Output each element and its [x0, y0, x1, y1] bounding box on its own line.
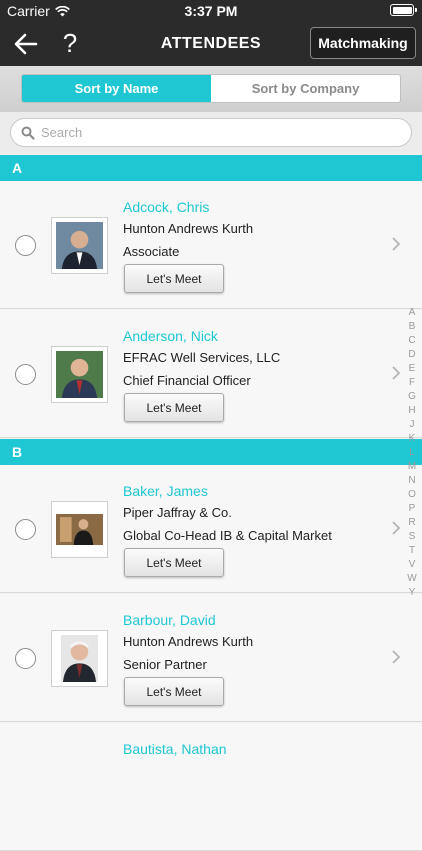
chevron-right-icon [392, 521, 401, 535]
index-letter[interactable]: F [409, 376, 415, 390]
index-letter[interactable]: G [408, 390, 416, 404]
index-letter[interactable]: T [409, 544, 415, 558]
index-letter[interactable]: L [409, 446, 415, 460]
index-letter[interactable]: K [409, 432, 416, 446]
attendee-row[interactable]: Barbour, David Hunton Andrews Kurth Seni… [0, 594, 422, 722]
person-photo-icon [56, 351, 103, 398]
index-letter[interactable]: O [408, 488, 416, 502]
select-radio[interactable] [15, 364, 36, 385]
chevron-right-icon [392, 650, 401, 664]
index-letter[interactable]: P [409, 502, 416, 516]
attendee-row[interactable]: Bautista, Nathan [0, 723, 422, 851]
attendee-row[interactable]: Anderson, Nick EFRAC Well Services, LLC … [0, 310, 422, 438]
chevron-right-icon [392, 237, 401, 251]
avatar [51, 501, 108, 558]
sort-by-company-tab[interactable]: Sort by Company [211, 75, 400, 102]
sort-segmented-control: Sort by Name Sort by Company [21, 74, 401, 103]
index-letter[interactable]: E [409, 362, 416, 376]
nav-bar: ? ATTENDEES Matchmaking [0, 22, 422, 66]
index-letter[interactable]: R [408, 516, 415, 530]
attendee-title: Chief Financial Officer [123, 373, 251, 388]
index-letter[interactable]: W [407, 572, 416, 586]
index-letter[interactable]: H [408, 404, 415, 418]
attendee-company: Piper Jaffray & Co. [123, 505, 232, 520]
battery-icon [390, 4, 417, 16]
index-letter[interactable]: Y [409, 586, 416, 600]
lets-meet-button[interactable]: Let's Meet [124, 393, 224, 422]
attendee-name[interactable]: Anderson, Nick [123, 328, 218, 344]
attendee-name[interactable]: Barbour, David [123, 612, 216, 628]
sort-control-area: Sort by Name Sort by Company [0, 66, 422, 112]
avatar [51, 217, 108, 274]
attendee-company: Hunton Andrews Kurth [123, 634, 254, 649]
person-photo-icon [56, 222, 103, 269]
index-letter[interactable]: B [409, 320, 416, 334]
attendee-title: Global Co-Head IB & Capital Market [123, 528, 332, 543]
index-letter[interactable]: D [408, 348, 415, 362]
section-header-a: A [0, 155, 422, 181]
select-radio[interactable] [15, 519, 36, 540]
index-letter[interactable]: N [408, 474, 415, 488]
attendee-title: Senior Partner [123, 657, 207, 672]
index-letter[interactable]: C [408, 334, 415, 348]
avatar [51, 346, 108, 403]
index-letter[interactable]: V [409, 558, 416, 572]
section-header-b: B [0, 439, 422, 465]
attendee-row[interactable]: Baker, James Piper Jaffray & Co. Global … [0, 465, 422, 593]
lets-meet-button[interactable]: Let's Meet [124, 677, 224, 706]
lets-meet-button[interactable]: Let's Meet [124, 264, 224, 293]
sort-by-name-tab[interactable]: Sort by Name [22, 75, 211, 102]
attendee-name[interactable]: Baker, James [123, 483, 208, 499]
attendee-name[interactable]: Adcock, Chris [123, 199, 209, 215]
search-icon [21, 126, 35, 140]
attendee-company: EFRAC Well Services, LLC [123, 350, 281, 365]
index-letter[interactable]: S [409, 530, 416, 544]
select-radio[interactable] [15, 235, 36, 256]
person-photo-icon [56, 514, 103, 545]
index-letter[interactable]: M [408, 460, 416, 474]
search-input[interactable]: Search [10, 118, 412, 147]
clock: 3:37 PM [184, 3, 238, 19]
search-placeholder: Search [41, 125, 83, 140]
attendee-company: Hunton Andrews Kurth [123, 221, 254, 236]
attendee-name[interactable]: Bautista, Nathan [123, 741, 227, 757]
help-icon[interactable]: ? [58, 28, 82, 58]
chevron-right-icon [392, 366, 401, 380]
attendee-title: Associate [123, 244, 180, 259]
index-letter[interactable]: A [409, 306, 416, 320]
back-arrow-icon[interactable] [12, 30, 40, 58]
person-photo-icon [61, 635, 98, 682]
alphabet-index[interactable]: ABCDEFGHJKLMNOPRSTVWY [405, 306, 419, 600]
select-radio[interactable] [15, 648, 36, 669]
avatar [51, 630, 108, 687]
lets-meet-button[interactable]: Let's Meet [124, 548, 224, 577]
attendee-row[interactable]: Adcock, Chris Hunton Andrews Kurth Assoc… [0, 181, 422, 309]
search-area: Search [0, 112, 422, 154]
matchmaking-button[interactable]: Matchmaking [310, 27, 416, 59]
status-bar: Carrier 3:37 PM [0, 0, 422, 22]
index-letter[interactable]: J [410, 418, 415, 432]
